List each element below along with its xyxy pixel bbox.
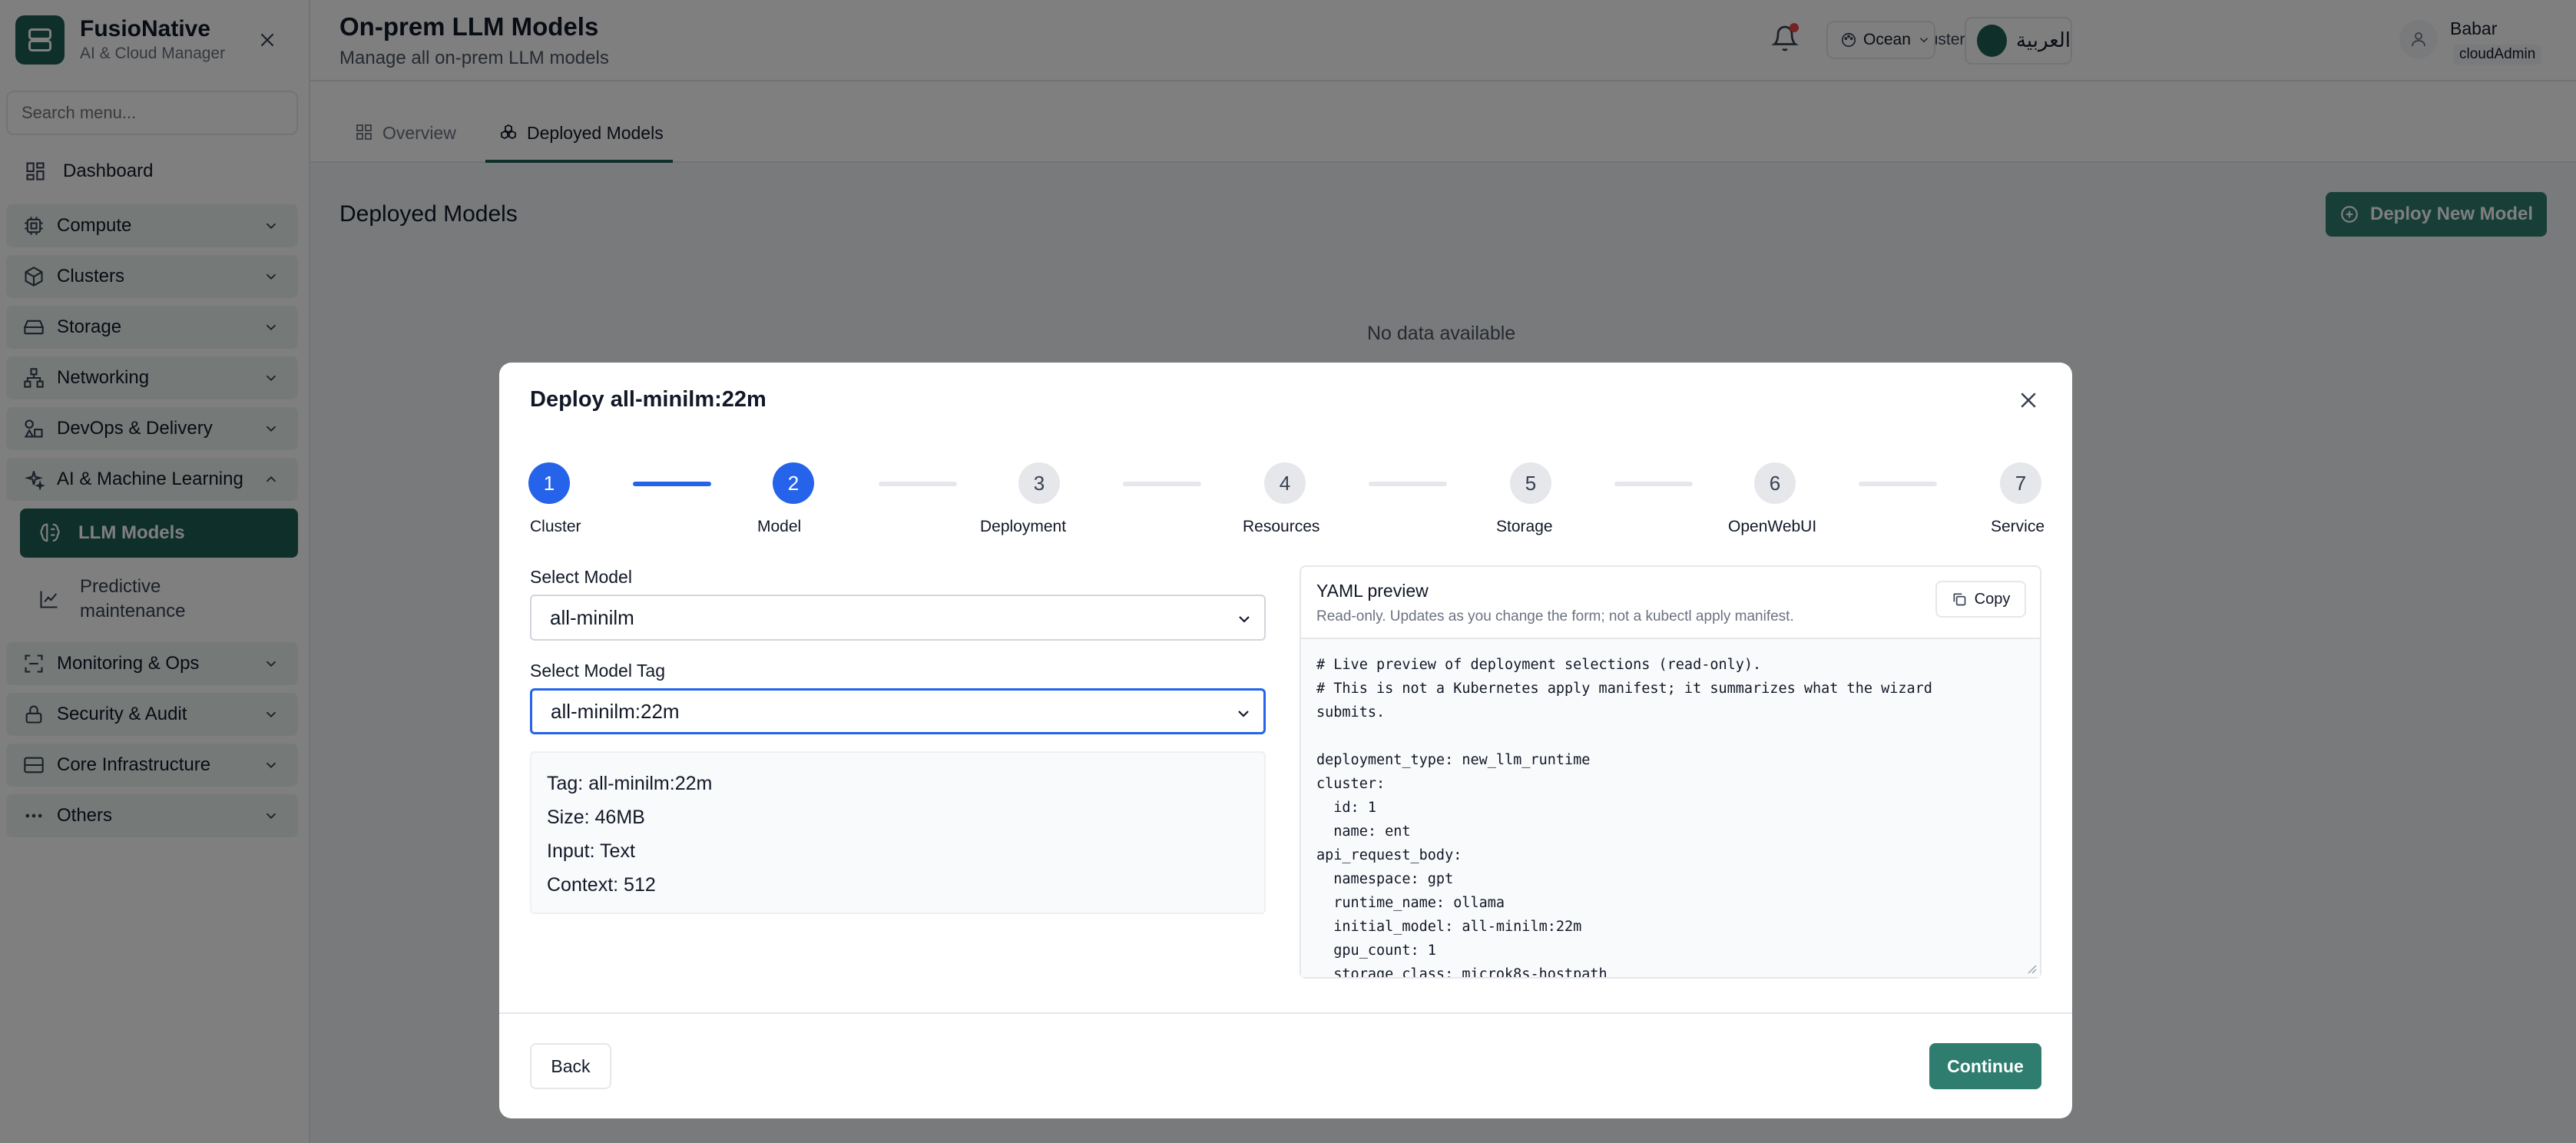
continue-button[interactable]: Continue <box>1929 1043 2041 1089</box>
model-info-panel: Tag: all-minilm:22m Size: 46MB Input: Te… <box>530 751 1266 914</box>
yaml-preview-subtitle: Read-only. Updates as you change the for… <box>1316 608 1794 625</box>
select-model-tag-value: all-minilm:22m <box>551 699 680 723</box>
resize-handle-icon[interactable] <box>2026 963 2037 974</box>
model-tag-info: Tag: all-minilm:22m <box>547 773 713 794</box>
select-model-label: Select Model <box>530 567 632 587</box>
step-6-indicator[interactable]: 6 <box>1754 462 1796 504</box>
step-2-label: Model <box>757 518 802 535</box>
chevron-down-icon <box>1239 616 1250 623</box>
yaml-preview-textarea[interactable]: # Live preview of deployment selections … <box>1301 638 2040 977</box>
model-size-info: Size: 46MB <box>547 807 645 828</box>
model-context-info: Context: 512 <box>547 874 656 896</box>
step-5-label: Storage <box>1496 518 1553 535</box>
deploy-model-modal: Deploy all-minilm:22m 1 Cluster 2 Model … <box>499 363 2072 1118</box>
back-button[interactable]: Back <box>530 1043 611 1089</box>
step-connector <box>1614 482 1693 486</box>
step-5-indicator[interactable]: 5 <box>1510 462 1551 504</box>
step-1-indicator[interactable]: 1 <box>528 462 570 504</box>
step-4-label: Resources <box>1243 518 1320 535</box>
step-connector <box>1369 482 1447 486</box>
select-model-dropdown[interactable]: all-minilm <box>530 595 1266 641</box>
copy-icon <box>1953 593 1965 606</box>
step-7-label: Service <box>1991 518 2045 535</box>
select-model-tag-dropdown[interactable]: all-minilm:22m <box>530 688 1266 734</box>
step-2-indicator[interactable]: 2 <box>773 462 814 504</box>
model-input-info: Input: Text <box>547 840 635 862</box>
step-1-label: Cluster <box>530 518 581 535</box>
step-6-label: OpenWebUI <box>1728 518 1817 535</box>
chevron-down-icon <box>1238 711 1249 717</box>
close-icon[interactable] <box>2017 389 2043 415</box>
modal-title: Deploy all-minilm:22m <box>530 387 767 412</box>
step-7-indicator[interactable]: 7 <box>2000 462 2041 504</box>
yaml-preview-card: YAML preview Read-only. Updates as you c… <box>1300 565 2041 979</box>
step-4-indicator[interactable]: 4 <box>1264 462 1306 504</box>
copy-button[interactable]: Copy <box>1935 581 2026 618</box>
step-connector <box>1859 482 1937 486</box>
wizard-stepper: 1 Cluster 2 Model 3 Deployment 4 Resourc… <box>499 462 2072 539</box>
select-model-value: all-minilm <box>550 605 634 629</box>
yaml-preview-title: YAML preview <box>1316 581 1429 601</box>
modal-footer-divider <box>499 1012 2072 1014</box>
copy-label: Copy <box>1974 590 2011 608</box>
step-connector <box>1123 482 1201 486</box>
step-connector <box>879 482 957 486</box>
step-3-label: Deployment <box>980 518 1067 535</box>
select-model-tag-label: Select Model Tag <box>530 661 666 681</box>
step-connector-done <box>633 482 711 486</box>
step-3-indicator[interactable]: 3 <box>1018 462 1060 504</box>
